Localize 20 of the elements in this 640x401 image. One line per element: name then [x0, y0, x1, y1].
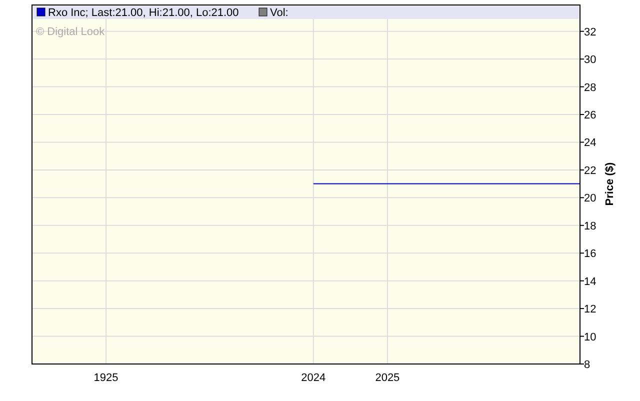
y-tick-label: 24	[584, 137, 596, 150]
y-tick-label: 12	[584, 304, 596, 316]
credit-text: © Digital Look	[36, 26, 105, 38]
y-tick-label: 18	[584, 220, 596, 232]
y-tick-label: 8	[584, 359, 590, 371]
y-axis-title: Price ($)	[604, 162, 616, 206]
y-tick-label: 30	[584, 54, 596, 66]
y-tick-label: 10	[584, 331, 596, 344]
y-tick-label: 26	[584, 110, 596, 122]
y-tick-label: 22	[584, 164, 596, 177]
y-tick-label: 28	[584, 82, 596, 94]
y-tick-label: 32	[584, 26, 596, 38]
y-tick-label: 14	[584, 276, 596, 288]
y-tick-label: 20	[584, 192, 596, 205]
legend-label: Rxo Inc; Last:21.00, Hi:21.00, Lo:21.00	[48, 7, 239, 19]
legend-label: Vol:	[270, 7, 288, 19]
y-tick-label: 16	[584, 248, 596, 260]
x-tick-label: 2024	[301, 372, 326, 384]
x-tick-label: 1925	[94, 372, 118, 384]
x-tick-label: 2025	[375, 372, 400, 384]
